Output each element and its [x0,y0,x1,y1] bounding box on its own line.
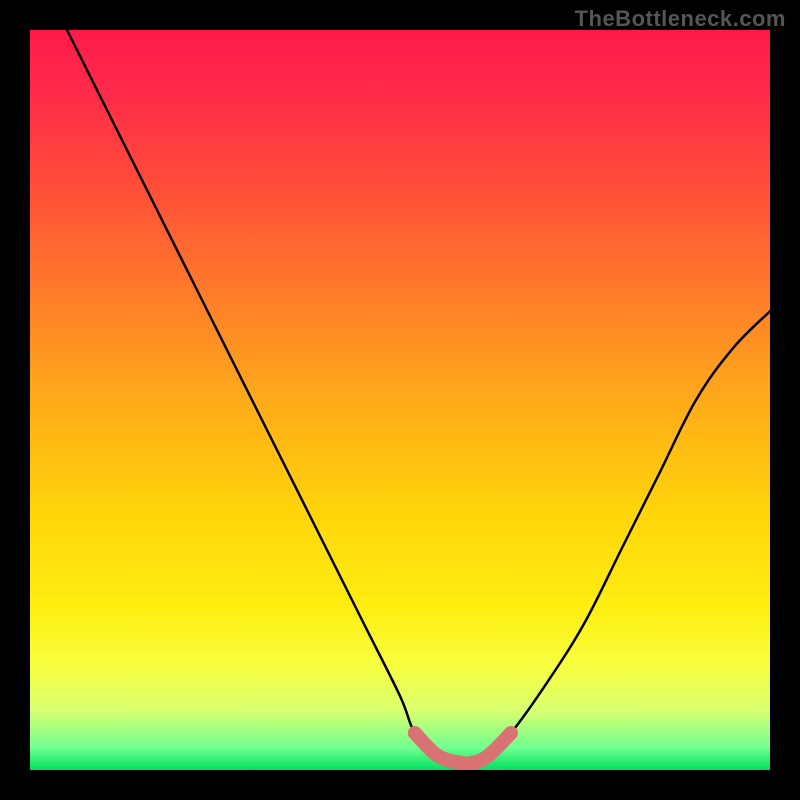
watermark-text: TheBottleneck.com [575,6,786,32]
plot-area [30,30,770,770]
curve-svg [30,30,770,770]
chart-container: TheBottleneck.com [0,0,800,800]
optimal-range-marker [415,733,511,764]
bottleneck-curve [67,30,770,764]
